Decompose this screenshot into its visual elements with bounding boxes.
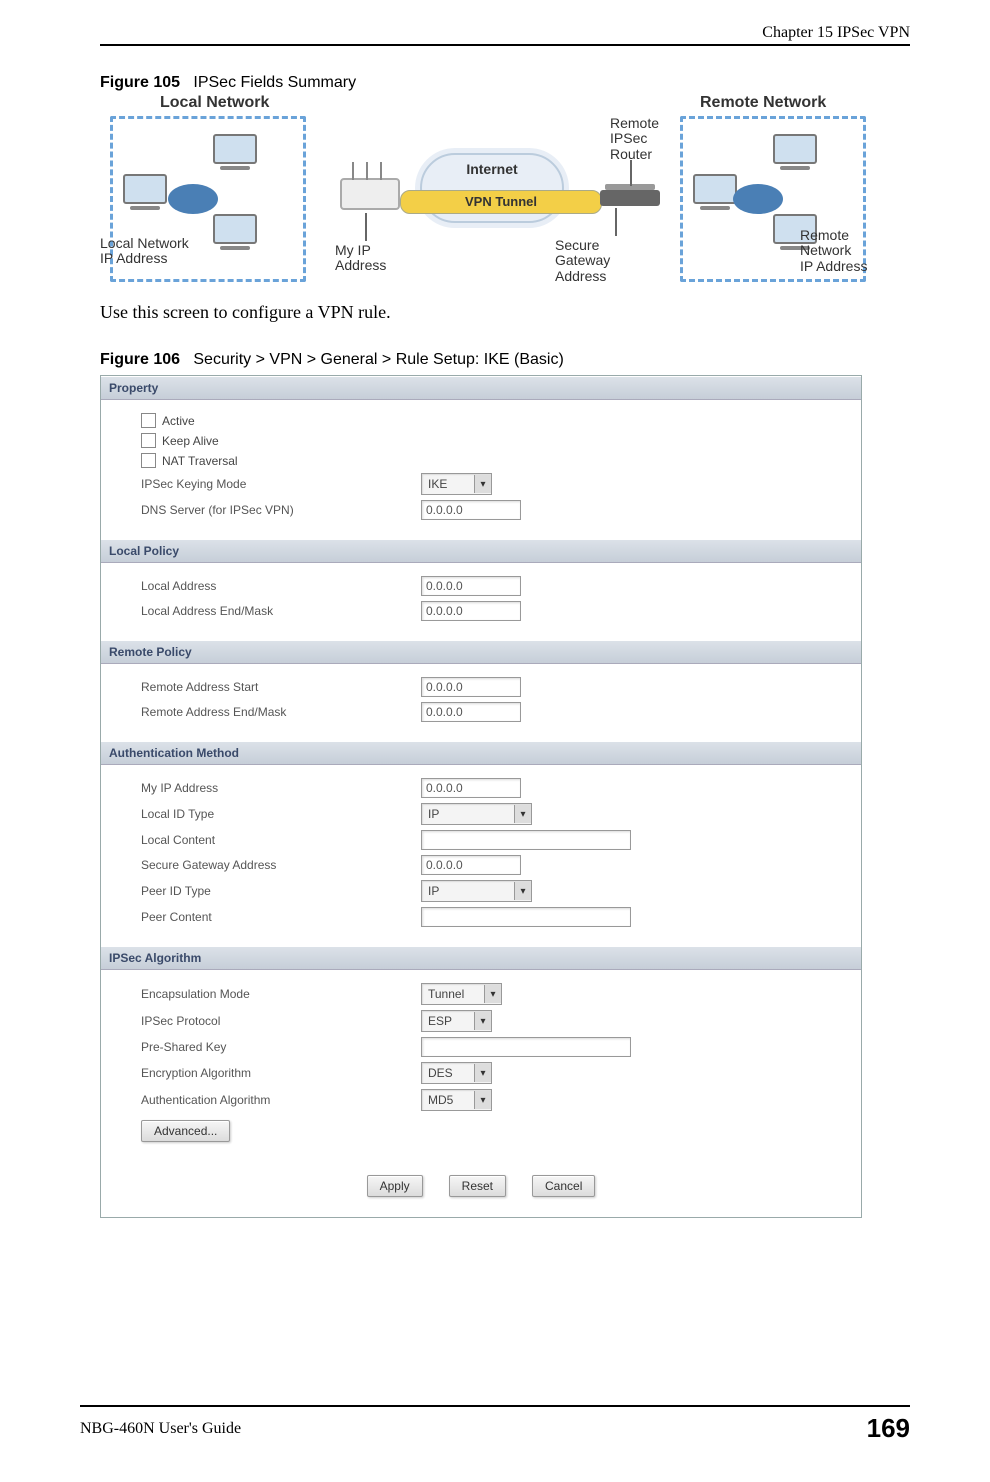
secure-gw-callout: Secure Gateway Address [555,238,610,284]
section-remote-policy-title: Remote Policy [101,640,861,664]
remote-router-callout: Remote IPSec Router [610,116,659,162]
figure-105-text: IPSec Fields Summary [193,74,356,91]
local-id-type-label: Local ID Type [141,807,421,821]
chevron-down-icon: ▾ [514,882,531,900]
section-property-title: Property [101,376,861,400]
peer-id-type-value: IP [422,884,514,898]
section-local-policy-title: Local Policy [101,539,861,563]
arrow-line [365,213,367,241]
encap-mode-select[interactable]: Tunnel ▾ [421,983,502,1005]
peer-content-input[interactable] [421,907,631,927]
router-icon [168,184,218,214]
local-address-label: Local Address [141,579,421,593]
active-checkbox[interactable] [141,413,156,428]
remote-mask-label: Remote Address End/Mask [141,705,421,719]
arrow-line [630,160,632,186]
footer-guide: NBG-460N User's Guide [80,1420,241,1438]
chevron-down-icon: ▾ [514,805,531,823]
pc-icon [773,134,817,170]
pc-icon [213,134,257,170]
remote-ip-callout: Remote Network IP Address [800,228,867,274]
auth-algo-select[interactable]: MD5 ▾ [421,1089,492,1111]
apply-button[interactable]: Apply [367,1175,423,1197]
chevron-down-icon: ▾ [484,985,501,1003]
enc-algo-value: DES [422,1066,474,1080]
dns-label: DNS Server (for IPSec VPN) [141,503,421,517]
pc-icon [123,174,167,210]
chapter-header: Chapter 15 IPSec VPN [100,20,910,44]
local-mask-label: Local Address End/Mask [141,604,421,618]
nat-traversal-label: NAT Traversal [162,454,238,468]
remote-start-label: Remote Address Start [141,680,421,694]
auth-algo-value: MD5 [422,1093,474,1107]
figure-106-text: Security > VPN > General > Rule Setup: I… [193,351,563,368]
figure-105-prefix: Figure 105 [100,74,180,91]
remote-start-input[interactable]: 0.0.0.0 [421,677,521,697]
encap-mode-value: Tunnel [422,987,484,1001]
button-row: Apply Reset Cancel [101,1161,861,1217]
advanced-button[interactable]: Advanced... [141,1120,230,1142]
keep-alive-label: Keep Alive [162,434,219,448]
figure-106-caption: Figure 106 Security > VPN > General > Ru… [100,351,910,369]
peer-content-label: Peer Content [141,910,421,924]
figure-106-prefix: Figure 106 [100,351,180,368]
remote-mask-input[interactable]: 0.0.0.0 [421,702,521,722]
internet-label: Internet [466,161,517,177]
pc-icon [213,214,257,250]
local-mask-input[interactable]: 0.0.0.0 [421,601,521,621]
cancel-button[interactable]: Cancel [532,1175,595,1197]
nat-traversal-checkbox[interactable] [141,453,156,468]
remote-network-title: Remote Network [700,94,826,112]
pc-icon [693,174,737,210]
figure-105-diagram: Local Network Remote Network Internet VP… [100,98,870,288]
chevron-down-icon: ▾ [474,475,491,493]
my-ip-callout: My IP Address [335,243,386,274]
local-id-type-select[interactable]: IP ▾ [421,803,532,825]
page-number: 169 [867,1413,910,1444]
page-footer: NBG-460N User's Guide 169 [80,1405,910,1444]
active-label: Active [162,414,195,428]
my-ip-label: My IP Address [141,781,421,795]
dns-input[interactable]: 0.0.0.0 [421,500,521,520]
keying-mode-select[interactable]: IKE ▾ [421,473,492,495]
keying-mode-label: IPSec Keying Mode [141,477,421,491]
local-content-label: Local Content [141,833,421,847]
my-ip-input[interactable]: 0.0.0.0 [421,778,521,798]
ipsec-proto-value: ESP [422,1014,474,1028]
chevron-down-icon: ▾ [474,1064,491,1082]
remote-router-icon [600,190,660,206]
local-address-input[interactable]: 0.0.0.0 [421,576,521,596]
peer-id-type-select[interactable]: IP ▾ [421,880,532,902]
ipsec-proto-select[interactable]: ESP ▾ [421,1010,492,1032]
figure-106-form: Property Active Keep Alive NAT Traversal… [100,375,862,1218]
section-auth-title: Authentication Method [101,741,861,765]
psk-label: Pre-Shared Key [141,1040,421,1054]
local-content-input[interactable] [421,830,631,850]
arrow-line [615,208,617,236]
peer-id-type-label: Peer ID Type [141,884,421,898]
local-id-type-value: IP [422,807,514,821]
reset-button[interactable]: Reset [449,1175,506,1197]
secure-gw-label: Secure Gateway Address [141,858,421,872]
keying-mode-value: IKE [422,477,474,491]
auth-algo-label: Authentication Algorithm [141,1093,421,1107]
enc-algo-label: Encryption Algorithm [141,1066,421,1080]
local-network-title: Local Network [160,94,269,112]
ipsec-proto-label: IPSec Protocol [141,1014,421,1028]
local-ip-callout: Local Network IP Address [100,236,189,267]
access-point-icon [340,178,400,210]
section-algo-title: IPSec Algorithm [101,946,861,970]
psk-input[interactable] [421,1037,631,1057]
enc-algo-select[interactable]: DES ▾ [421,1062,492,1084]
vpn-tunnel-band: VPN Tunnel [400,190,602,214]
router-icon [733,184,783,214]
body-text: Use this screen to configure a VPN rule. [100,302,910,323]
figure-105-caption: Figure 105 IPSec Fields Summary [100,74,910,92]
encap-mode-label: Encapsulation Mode [141,987,421,1001]
secure-gw-input[interactable]: 0.0.0.0 [421,855,521,875]
header-rule [100,44,910,46]
chevron-down-icon: ▾ [474,1012,491,1030]
chevron-down-icon: ▾ [474,1091,491,1109]
keep-alive-checkbox[interactable] [141,433,156,448]
